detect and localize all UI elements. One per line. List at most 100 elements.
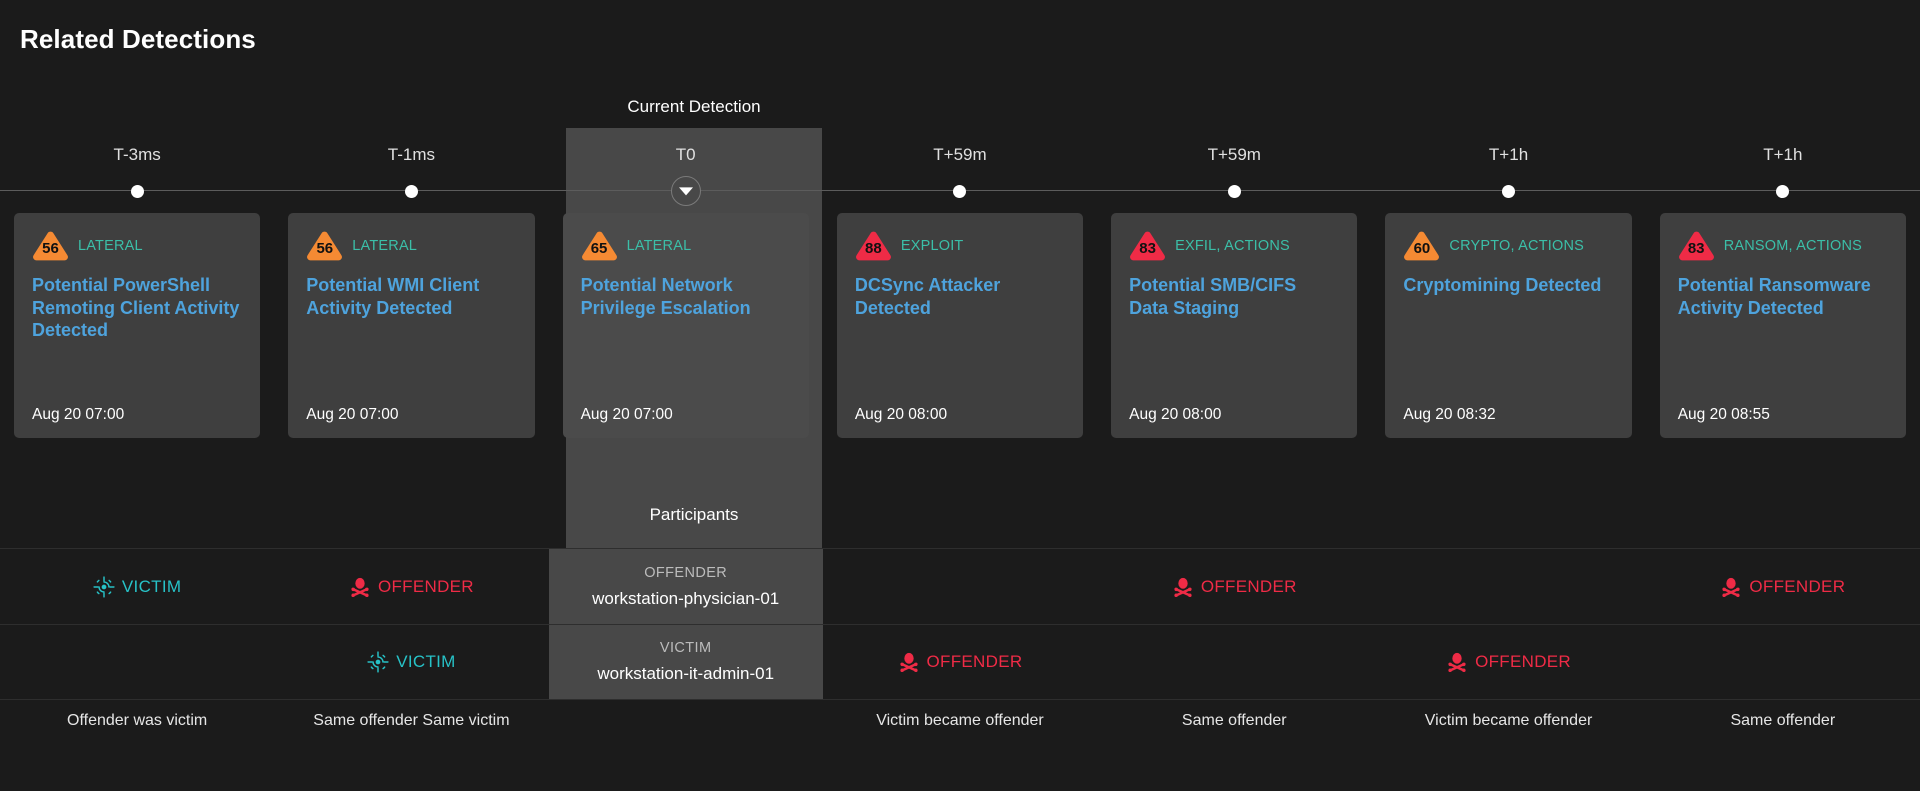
- participant-cell[interactable]: VICTIM: [274, 625, 548, 699]
- timeline-marker-cell: [0, 183, 274, 199]
- relation-label: Same offender Same victim: [313, 712, 510, 729]
- timeline-markers: [0, 176, 1920, 206]
- participants-row-1: VICTIM OFFENDER OFFENDER workstation-physic…: [0, 548, 1920, 624]
- detection-card-cell: 56 LATERAL Potential PowerShell Remoting C…: [0, 213, 274, 438]
- detection-title-link[interactable]: DCSync Attacker Detected: [855, 274, 1065, 319]
- detection-title-link[interactable]: Potential SMB/CIFS Data Staging: [1129, 274, 1339, 319]
- participant-badge[interactable]: OFFENDER: [1720, 576, 1845, 598]
- participant-cell[interactable]: OFFENDER: [274, 549, 548, 624]
- participant-cell[interactable]: OFFENDER: [1097, 549, 1371, 624]
- participants-caption: Participants: [649, 505, 739, 524]
- participant-role-label: OFFENDER: [1200, 576, 1297, 596]
- offender-skull-icon: [1446, 651, 1468, 673]
- detection-categories: LATERAL: [352, 237, 418, 254]
- participant-badge[interactable]: OFFENDER: [898, 651, 1023, 673]
- timeline-current-marker-icon[interactable]: [670, 176, 701, 206]
- detection-card-cell: 60 CRYPTO, ACTIONS Cryptomining Detected Au…: [1371, 213, 1645, 438]
- detection-card[interactable]: 83 EXFIL, ACTIONS Potential SMB/CIFS Data …: [1111, 213, 1358, 438]
- threat-score-triangle-icon: 56: [306, 230, 343, 261]
- detection-card-cell: 83 EXFIL, ACTIONS Potential SMB/CIFS Data …: [1097, 213, 1371, 438]
- detection-card[interactable]: 56 LATERAL Potential WMI Client Activity D…: [288, 213, 535, 438]
- timeline-dot-icon[interactable]: [1776, 184, 1790, 198]
- participant-role-label: VICTIM: [396, 652, 456, 671]
- timeline-dot-icon[interactable]: [1502, 184, 1516, 198]
- detection-title-link[interactable]: Potential Network Privilege Escalation: [581, 274, 791, 319]
- detection-timestamp: Aug 20 08:32: [1403, 406, 1496, 423]
- victim-target-icon: [367, 651, 389, 673]
- detection-categories: EXPLOIT: [900, 237, 964, 254]
- timeline-dot-icon[interactable]: [404, 184, 418, 198]
- detection-title-link[interactable]: Cryptomining Detected: [1403, 274, 1613, 297]
- participant-role-label: OFFENDER: [1749, 576, 1846, 596]
- participant-cell[interactable]: OFFENDER workstation-physician-01: [548, 549, 823, 624]
- timeline-label: T+59m: [1207, 145, 1261, 164]
- detection-card[interactable]: 65 LATERAL Potential Network Privilege Esc…: [562, 213, 809, 438]
- participant-badge[interactable]: VICTIM: [93, 575, 181, 598]
- timeline-marker-cell: [1097, 183, 1371, 199]
- detection-card[interactable]: 83 RANSOM, ACTIONS Potential Ransomware Ac…: [1659, 213, 1906, 438]
- detection-title-link[interactable]: Potential PowerShell Remoting Client Act…: [32, 274, 242, 342]
- relation-label: Victim became offender: [876, 712, 1044, 729]
- detection-card[interactable]: 88 EXPLOIT DCSync Attacker Detected Aug 20 …: [836, 213, 1084, 438]
- participant-hostname: workstation-physician-01: [592, 588, 780, 608]
- detection-categories: CRYPTO, ACTIONS: [1449, 237, 1585, 254]
- timeline-marker-cell: [274, 183, 548, 199]
- threat-score-triangle-icon: 65: [581, 230, 618, 261]
- detection-card-cell: 83 RANSOM, ACTIONS Potential Ransomware Ac…: [1646, 213, 1920, 438]
- participant-cell: [1371, 549, 1645, 624]
- detection-timestamp: Aug 20 07:00: [306, 406, 399, 423]
- timeline-marker-cell: [1646, 183, 1920, 199]
- page-title: Related Detections: [20, 24, 256, 54]
- participants-row-2: VICTIM VICTIM workstation-it-admin-01 OFFEN…: [0, 624, 1920, 700]
- detection-timestamp: Aug 20 08:55: [1677, 406, 1770, 423]
- participant-cell[interactable]: OFFENDER: [823, 625, 1097, 699]
- timeline-label: T+1h: [1488, 145, 1529, 164]
- timeline-marker-cell: [549, 176, 823, 206]
- participant-cell: [0, 625, 274, 699]
- threat-score-triangle-icon: 60: [1403, 230, 1440, 261]
- participant-badge[interactable]: VICTIM: [367, 651, 455, 673]
- participant-cell: [823, 549, 1097, 624]
- participant-role-label: OFFENDER: [1475, 652, 1571, 671]
- detection-card[interactable]: 56 LATERAL Potential PowerShell Remoting C…: [14, 213, 261, 438]
- offender-skull-icon: [1720, 576, 1742, 598]
- participant-badge[interactable]: OFFENDER: [1446, 651, 1571, 673]
- detection-card-cell: 56 LATERAL Potential WMI Client Activity D…: [274, 213, 548, 438]
- participant-cell[interactable]: VICTIM: [0, 549, 274, 624]
- detection-title-link[interactable]: Potential Ransomware Activity Detected: [1678, 274, 1888, 319]
- participant-hostname: workstation-it-admin-01: [597, 664, 775, 683]
- timeline-label: T-3ms: [113, 145, 161, 164]
- threat-score-triangle-icon: 88: [855, 230, 892, 261]
- participant-cell[interactable]: VICTIM workstation-it-admin-01: [548, 625, 823, 699]
- timeline-labels: T-3ms T-1ms T0 T+59m T+59m T+1h T+1h: [0, 145, 1920, 171]
- threat-score-value: 56: [42, 240, 59, 257]
- participant-badge[interactable]: OFFENDER: [349, 576, 474, 598]
- threat-score-value: 88: [865, 240, 882, 257]
- relation-label: Victim became offender: [1424, 712, 1593, 729]
- threat-score-value: 83: [1687, 240, 1705, 257]
- detection-card[interactable]: 60 CRYPTO, ACTIONS Cryptomining Detected Au…: [1385, 213, 1632, 438]
- relations-row: Offender was victim Same offender Same vi…: [0, 712, 1920, 752]
- participant-role-label: OFFENDER: [644, 564, 728, 581]
- detection-card-header: 56 LATERAL: [306, 230, 516, 261]
- victim-target-icon: [93, 575, 115, 598]
- threat-score-value: 56: [316, 240, 334, 257]
- offender-skull-icon: [349, 576, 371, 598]
- relation-label: Same offender: [1181, 712, 1287, 729]
- offender-skull-icon: [898, 651, 920, 673]
- participant-role-label: VICTIM: [659, 640, 712, 656]
- timeline-label: T0: [675, 145, 696, 164]
- timeline-dot-icon[interactable]: [130, 184, 144, 198]
- current-detection-caption: Current Detection: [627, 97, 761, 116]
- timeline-dot-icon[interactable]: [953, 184, 967, 198]
- participant-cell[interactable]: OFFENDER: [1646, 549, 1920, 624]
- participant-cell[interactable]: OFFENDER: [1371, 625, 1645, 699]
- threat-score-triangle-icon: 83: [1129, 230, 1166, 261]
- detection-card-cell: 65 LATERAL Potential Network Privilege Esc…: [549, 213, 823, 438]
- relation-label: Offender was victim: [67, 712, 208, 729]
- timeline-dot-icon[interactable]: [1227, 184, 1241, 198]
- detection-timestamp: Aug 20 08:00: [1129, 406, 1222, 423]
- participant-badge[interactable]: OFFENDER: [1172, 576, 1297, 598]
- detection-categories: LATERAL: [626, 237, 692, 254]
- detection-title-link[interactable]: Potential WMI Client Activity Detected: [306, 274, 516, 319]
